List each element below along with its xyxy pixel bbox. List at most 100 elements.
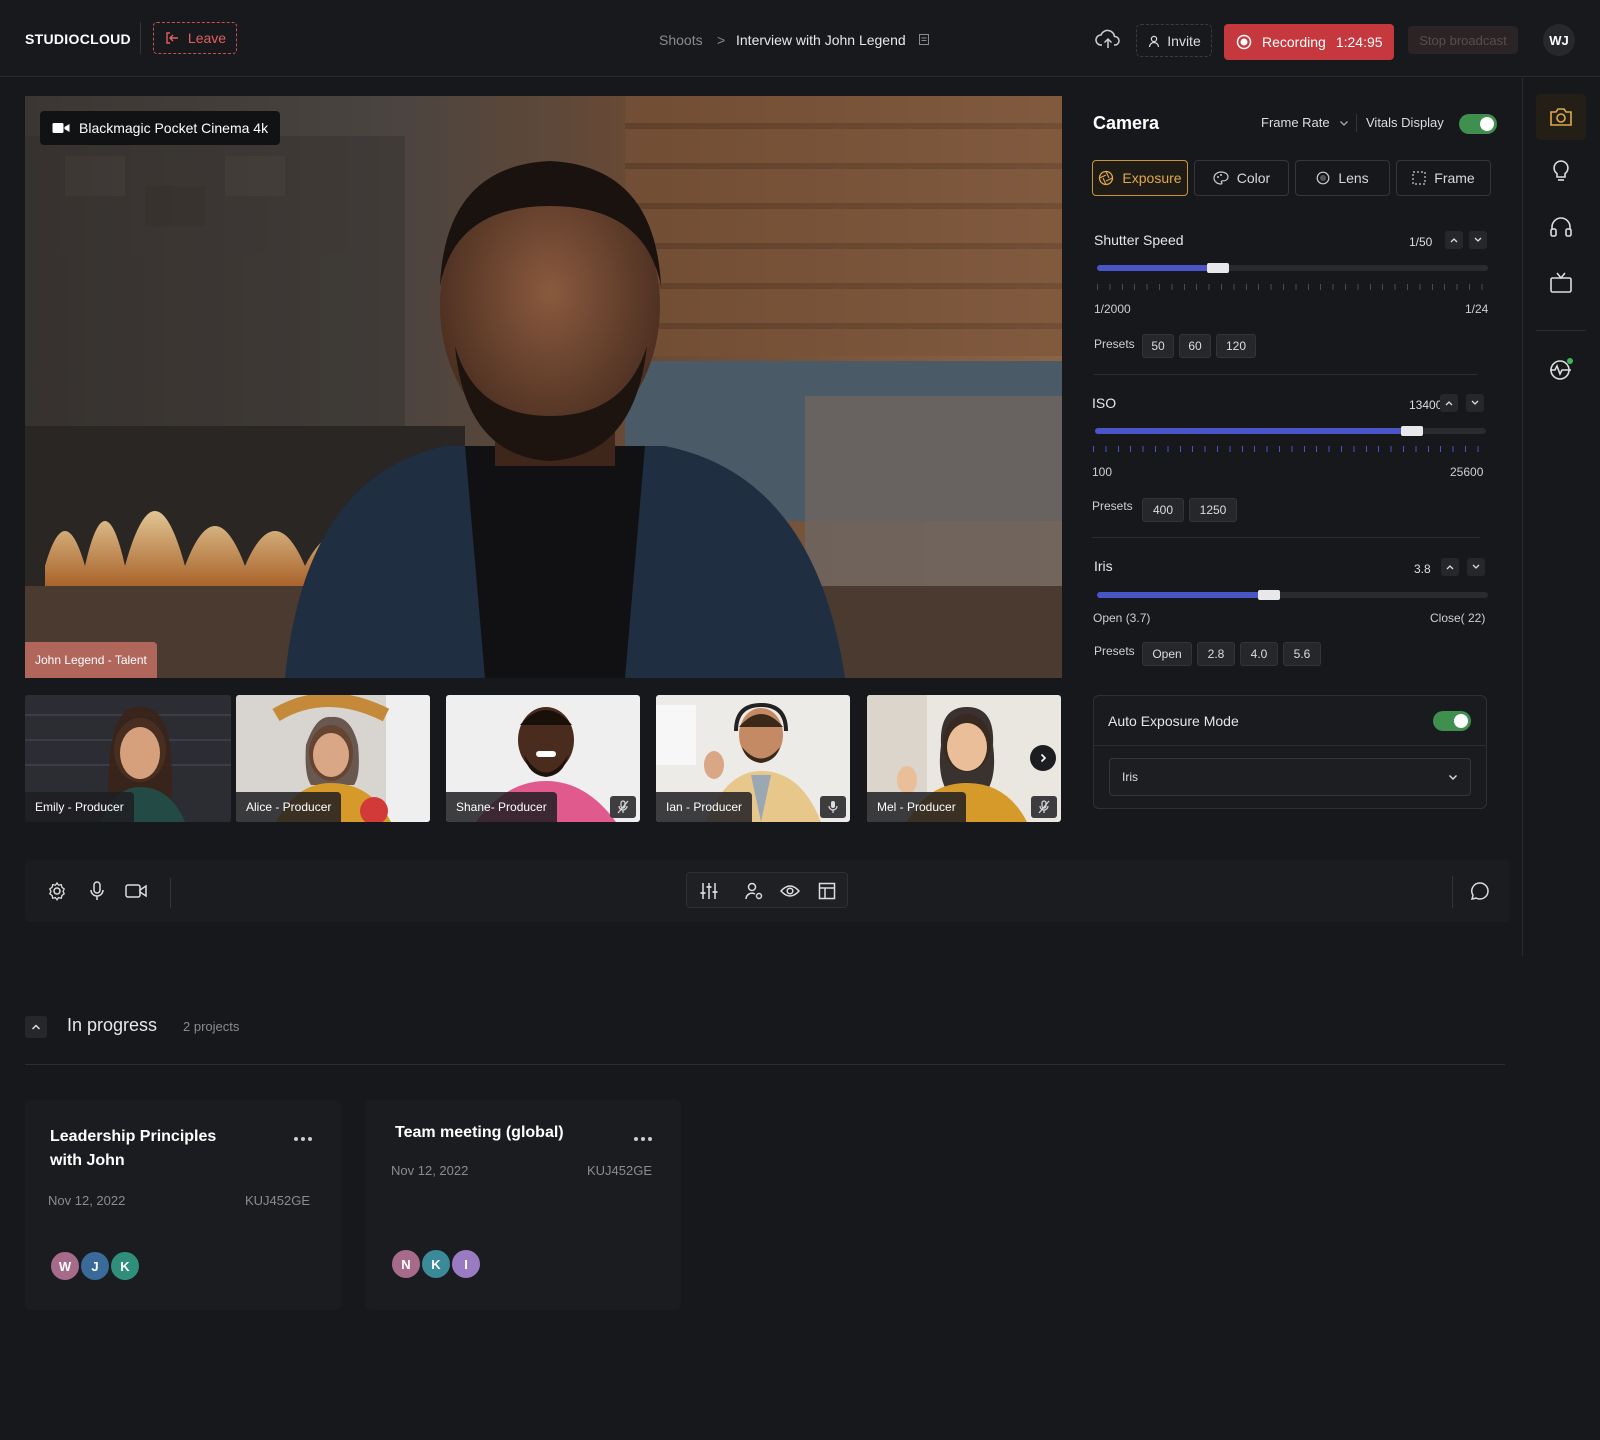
slider-ticks xyxy=(1097,284,1488,290)
increment-button[interactable] xyxy=(1440,394,1458,412)
auto-exposure-mode-select[interactable]: Iris xyxy=(1109,758,1471,796)
mic-muted-icon[interactable] xyxy=(610,796,636,818)
decrement-button[interactable] xyxy=(1467,558,1485,576)
iris-slider[interactable] xyxy=(1097,590,1488,600)
preset-button[interactable]: 120 xyxy=(1216,334,1256,358)
preset-button[interactable]: 50 xyxy=(1142,334,1174,358)
breadcrumb-current: Interview with John Legend xyxy=(736,32,906,48)
section-divider xyxy=(1094,374,1478,375)
stop-broadcast-button[interactable]: Stop broadcast xyxy=(1408,26,1518,54)
chevron-down-icon[interactable] xyxy=(1339,119,1349,127)
camera-icon[interactable] xyxy=(1536,94,1586,140)
project-card[interactable]: Team meeting (global) Nov 12, 2022 KUJ45… xyxy=(365,1100,681,1310)
slider-thumb[interactable] xyxy=(1400,426,1423,436)
chevron-down-icon xyxy=(1471,400,1479,406)
tab-exposure[interactable]: Exposure xyxy=(1092,160,1188,196)
document-icon[interactable] xyxy=(918,33,930,46)
more-options-icon[interactable] xyxy=(633,1136,653,1142)
section-title: In progress xyxy=(67,1015,158,1035)
preset-button[interactable]: Open xyxy=(1142,642,1192,666)
user-settings-icon[interactable] xyxy=(743,880,765,902)
participant-tile[interactable]: Ian - Producer xyxy=(656,695,850,822)
layout-icon[interactable] xyxy=(816,880,838,902)
camera-source-badge[interactable]: Blackmagic Pocket Cinema 4k xyxy=(40,111,281,145)
tab-color[interactable]: Color xyxy=(1194,160,1289,196)
participant-tile[interactable]: Alice - Producer xyxy=(236,695,430,822)
project-title-line2: with John xyxy=(50,1152,125,1169)
main-video-feed[interactable] xyxy=(25,96,1062,678)
slider-thumb[interactable] xyxy=(1207,263,1230,273)
frame-rate-dropdown[interactable]: Frame Rate xyxy=(1261,115,1330,130)
breadcrumb-root[interactable]: Shoots xyxy=(659,32,703,48)
avatar[interactable]: J xyxy=(79,1250,111,1282)
settings-icon[interactable] xyxy=(46,880,68,902)
tab-frame[interactable]: Frame xyxy=(1396,160,1491,196)
chevron-down-icon xyxy=(1474,237,1482,243)
eye-icon[interactable] xyxy=(779,880,801,902)
project-card[interactable]: Leadership Principles with John Nov 12, … xyxy=(25,1100,341,1310)
app-logo: STUDIOCLOUD xyxy=(25,31,131,47)
leave-button[interactable]: Leave xyxy=(153,22,237,54)
divider xyxy=(170,878,171,908)
adjustments-icon[interactable] xyxy=(698,880,720,902)
preset-button[interactable]: 60 xyxy=(1179,334,1211,358)
preset-button[interactable]: 400 xyxy=(1142,498,1184,522)
collapse-section-button[interactable] xyxy=(25,1016,47,1038)
tab-label: Color xyxy=(1236,170,1271,186)
vitals-display-toggle[interactable] xyxy=(1459,114,1497,134)
divider xyxy=(1356,114,1357,132)
shutter-speed-slider[interactable] xyxy=(1097,263,1488,273)
mic-muted-icon[interactable] xyxy=(1031,796,1057,818)
talent-video-image xyxy=(25,96,1062,678)
increment-button[interactable] xyxy=(1445,231,1463,249)
participant-tile[interactable]: Shane- Producer xyxy=(446,695,640,822)
avatar[interactable]: I xyxy=(450,1248,482,1280)
user-avatar[interactable]: WJ xyxy=(1543,24,1575,56)
invite-button[interactable]: Invite xyxy=(1136,24,1212,57)
recording-button[interactable]: Recording 1:24:95 xyxy=(1224,24,1394,60)
preset-button[interactable]: 4.0 xyxy=(1240,642,1278,666)
avatar[interactable]: K xyxy=(420,1248,452,1280)
tab-label: Lens xyxy=(1338,170,1369,186)
avatar[interactable]: K xyxy=(109,1250,141,1282)
tab-lens[interactable]: Lens xyxy=(1295,160,1390,196)
slider-thumb[interactable] xyxy=(1258,590,1281,600)
decrement-button[interactable] xyxy=(1466,394,1484,412)
avatar[interactable]: W xyxy=(49,1250,81,1282)
frame-icon xyxy=(1412,171,1426,185)
avatar[interactable]: N xyxy=(390,1248,422,1280)
participant-tile[interactable]: Emily - Producer xyxy=(25,695,231,822)
preset-button[interactable]: 1250 xyxy=(1189,498,1237,522)
microphone-icon[interactable] xyxy=(86,880,108,902)
preset-button[interactable]: 5.6 xyxy=(1283,642,1321,666)
upload-icon[interactable] xyxy=(1095,28,1121,50)
auto-exposure-toggle[interactable] xyxy=(1433,711,1471,731)
project-title: Team meeting (global) xyxy=(395,1124,564,1141)
lightbulb-icon[interactable] xyxy=(1536,148,1586,194)
vitals-icon[interactable] xyxy=(1536,346,1586,392)
project-date: Nov 12, 2022 xyxy=(391,1163,469,1178)
camera-toggle-icon[interactable] xyxy=(124,880,148,902)
palette-icon xyxy=(1213,171,1229,185)
auto-exposure-label: Auto Exposure Mode xyxy=(1108,713,1239,729)
divider xyxy=(1452,876,1453,908)
slider-ticks xyxy=(1093,446,1487,452)
participant-name: Emily - Producer xyxy=(25,792,134,822)
preset-button[interactable]: 2.8 xyxy=(1197,642,1235,666)
tv-icon[interactable] xyxy=(1536,260,1586,306)
increment-button[interactable] xyxy=(1441,558,1459,576)
headphones-icon[interactable] xyxy=(1536,204,1586,250)
iso-slider[interactable] xyxy=(1095,426,1486,436)
exit-icon xyxy=(164,30,180,46)
next-participants-button[interactable] xyxy=(1030,745,1056,771)
chat-icon[interactable] xyxy=(1469,880,1491,902)
video-camera-icon xyxy=(52,122,70,134)
mic-icon[interactable] xyxy=(820,796,846,818)
record-icon xyxy=(1236,34,1252,50)
camera-name: Blackmagic Pocket Cinema 4k xyxy=(79,120,269,136)
chevron-up-icon xyxy=(31,1023,41,1031)
presets-label: Presets xyxy=(1092,499,1133,513)
section-divider xyxy=(25,1064,1505,1065)
decrement-button[interactable] xyxy=(1469,231,1487,249)
more-options-icon[interactable] xyxy=(293,1136,313,1142)
